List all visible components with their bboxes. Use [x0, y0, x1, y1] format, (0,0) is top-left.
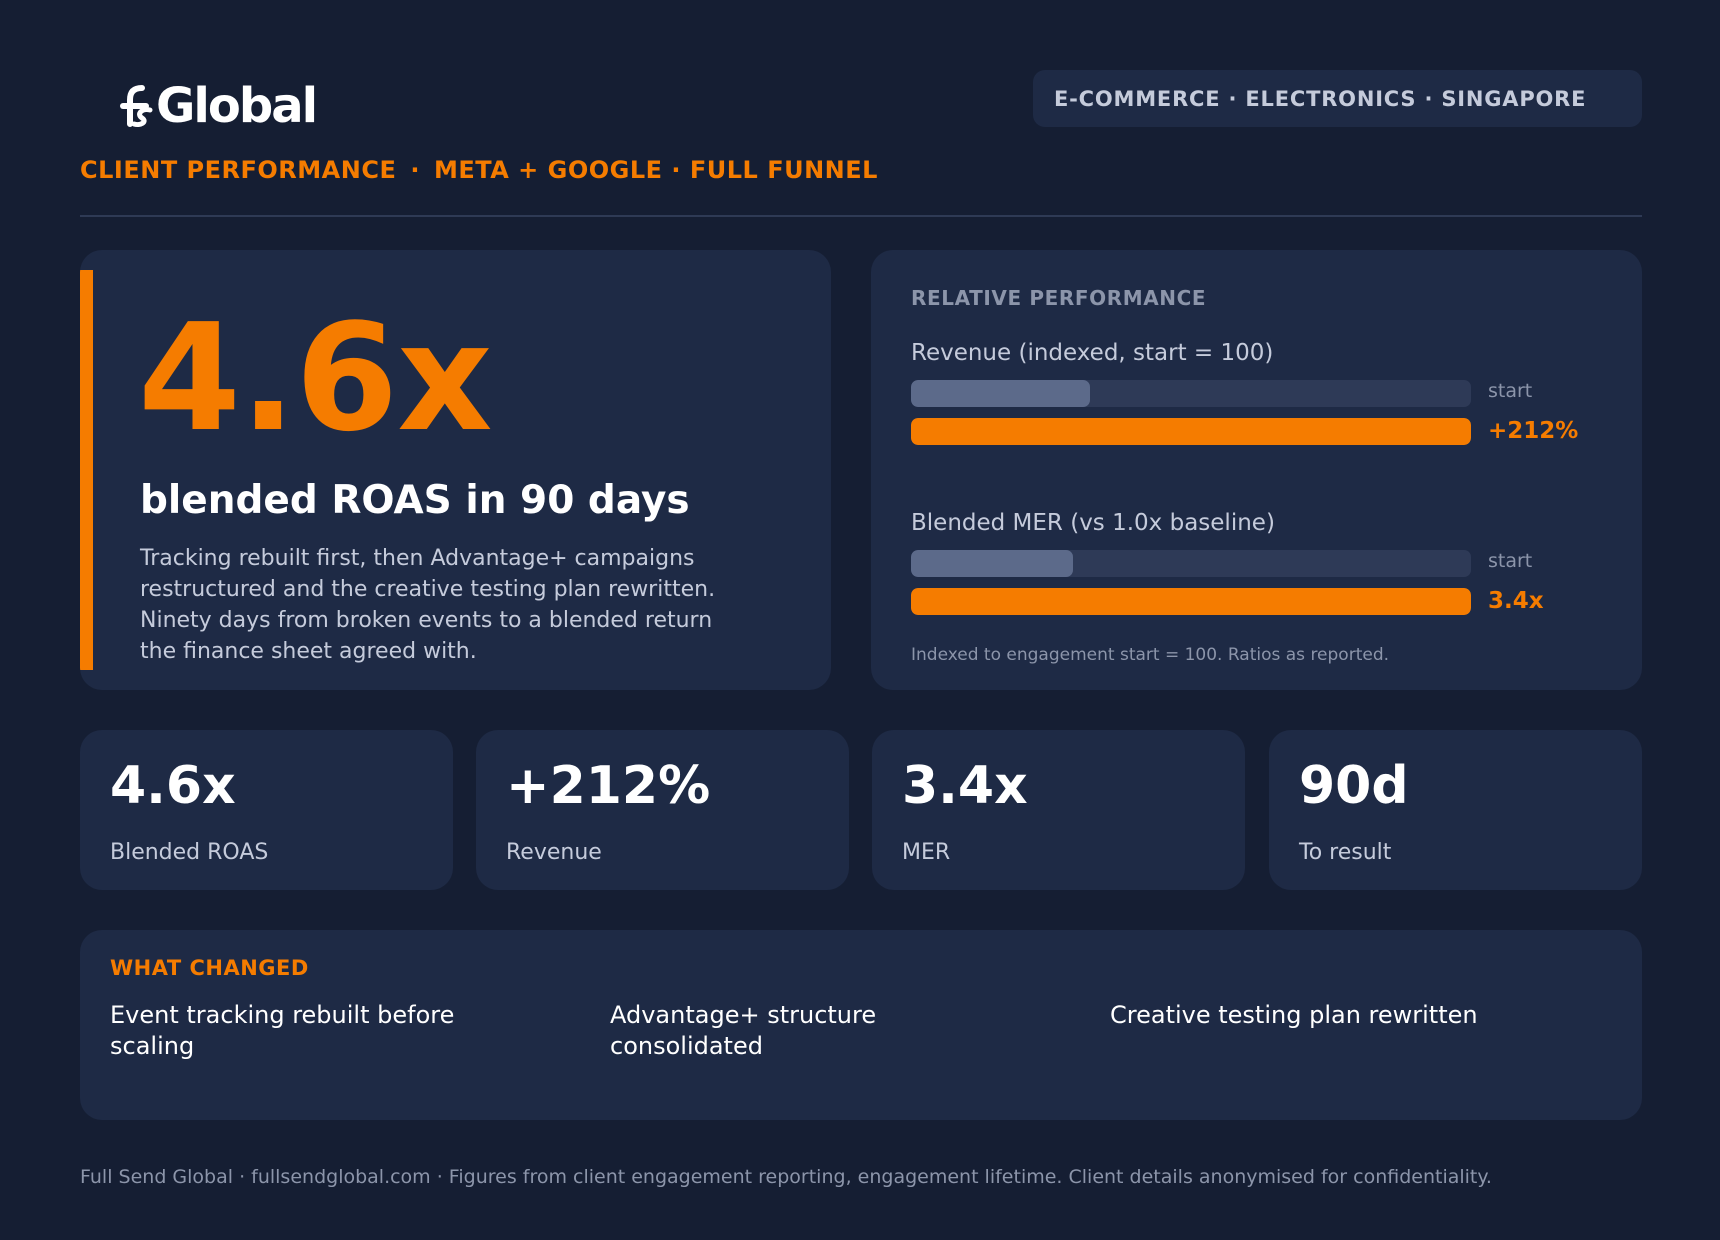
- stat-value: 4.6x: [110, 756, 236, 816]
- hero-value: 4.6x: [138, 292, 493, 464]
- what-changed-heading: WHAT CHANGED: [110, 956, 309, 980]
- brand-mark-icon: [120, 85, 153, 127]
- revenue-start-label: start: [1488, 380, 1533, 402]
- stat-label: MER: [902, 840, 951, 865]
- revenue-after-label: +212%: [1488, 418, 1579, 444]
- stat-value: 3.4x: [902, 756, 1028, 816]
- mer-start-track: [911, 550, 1471, 577]
- kicker-left: CLIENT PERFORMANCE: [80, 156, 397, 184]
- mer-start-fill: [911, 550, 1074, 577]
- mer-after-label: 3.4x: [1488, 588, 1544, 614]
- change-item: Advantage+ structure consolidated: [610, 1001, 877, 1060]
- stat-card-roas: 4.6x Blended ROAS: [80, 730, 453, 890]
- change-item: Creative testing plan rewritten: [1110, 1001, 1478, 1029]
- revenue-bar-label: Revenue (indexed, start = 100): [911, 340, 1274, 366]
- revenue-after-fill: [911, 418, 1471, 445]
- revenue-start-track: [911, 380, 1471, 407]
- header-divider: [80, 215, 1642, 217]
- stat-value: 90d: [1299, 756, 1409, 816]
- revenue-start-fill: [911, 380, 1091, 407]
- stat-label: To result: [1299, 840, 1392, 865]
- hero-accent-bar: [80, 270, 93, 670]
- revenue-after-track: [911, 418, 1471, 445]
- stat-label: Revenue: [506, 840, 602, 865]
- change-item: Event tracking rebuilt before scaling: [110, 1001, 455, 1060]
- mer-bar-label: Blended MER (vs 1.0x baseline): [911, 510, 1275, 536]
- hero-title: blended ROAS in 90 days: [140, 478, 690, 523]
- performance-note: Indexed to engagement start = 100. Ratio…: [911, 645, 1390, 665]
- industry-tag: E-COMMERCE · ELECTRONICS · SINGAPORE: [1033, 70, 1642, 127]
- mer-after-track: [911, 588, 1471, 615]
- mer-start-label: start: [1488, 550, 1533, 572]
- kicker-right: META + GOOGLE · FULL FUNNEL: [433, 156, 878, 184]
- performance-heading: RELATIVE PERFORMANCE: [911, 286, 1207, 310]
- relative-performance-card: RELATIVE PERFORMANCE Revenue (indexed, s…: [871, 250, 1642, 690]
- brand-logo: Global: [120, 78, 318, 134]
- kicker-separator: ·: [410, 156, 420, 184]
- stat-card-time: 90d To result: [1269, 730, 1642, 890]
- page-kicker: CLIENT PERFORMANCE · META + GOOGLE · FULL …: [80, 156, 878, 184]
- hero-description: Tracking rebuilt first, then Advantage+ …: [140, 546, 716, 664]
- stat-value: +212%: [506, 756, 711, 816]
- footer-text: Full Send Global · fullsendglobal.com · …: [80, 1166, 1492, 1188]
- mer-after-fill: [911, 588, 1471, 615]
- hero-card: 4.6x blended ROAS in 90 days Tracking re…: [80, 250, 831, 690]
- stat-label: Blended ROAS: [110, 840, 269, 865]
- stat-card-revenue: +212% Revenue: [476, 730, 849, 890]
- brand-logo-text: Global: [156, 78, 318, 134]
- what-changed-card: WHAT CHANGED Event tracking rebuilt befo…: [80, 930, 1642, 1120]
- stat-card-mer: 3.4x MER: [872, 730, 1245, 890]
